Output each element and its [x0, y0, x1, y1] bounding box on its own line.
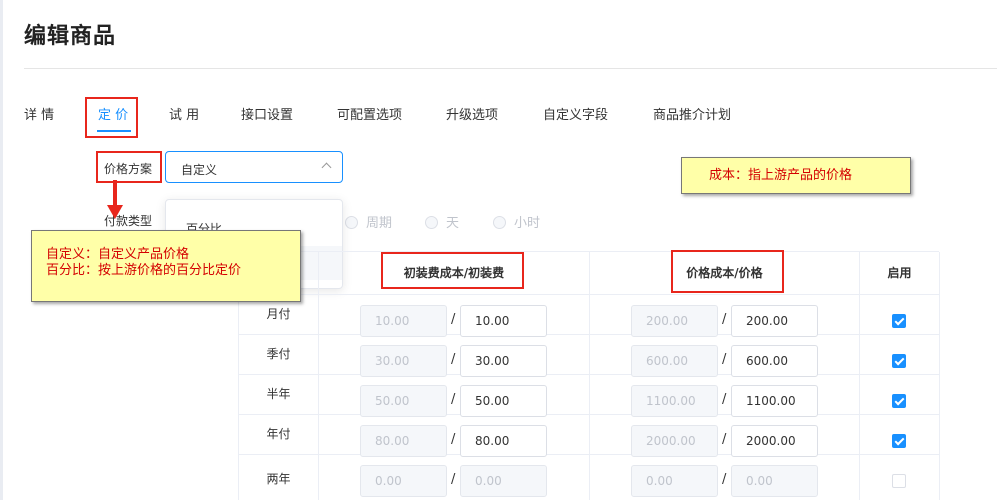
price-input[interactable]: 1100.00	[731, 385, 818, 417]
tab-api-settings[interactable]: 接口设置	[241, 104, 293, 123]
price-cost-input: 0.00	[631, 465, 718, 497]
setup-cost-input: 10.00	[360, 305, 447, 337]
tab-trial[interactable]: 试 用	[169, 104, 199, 123]
setup-fee-input[interactable]: 10.00	[460, 305, 547, 337]
slash-separator: /	[722, 472, 727, 487]
price-scheme-selected-value: 自定义	[181, 163, 218, 177]
tab-configurable-options[interactable]: 可配置选项	[337, 104, 402, 123]
setup-cost-input: 50.00	[360, 385, 447, 417]
arrow-down-icon	[107, 205, 123, 219]
price-table: 初装费成本/初装费 价格成本/价格 启用 月付 季付 半年 年付 两年	[238, 251, 940, 500]
scheme-note-line-2: 百分比：按上游价格的百分比定价	[46, 263, 242, 278]
tab-details[interactable]: 详 情	[24, 104, 54, 123]
price-scheme-select[interactable]: 自定义	[165, 151, 343, 183]
setup-fee-input[interactable]: 80.00	[460, 425, 547, 457]
page-title: 编辑商品	[24, 24, 117, 49]
setup-cost-input: 30.00	[360, 345, 447, 377]
price-cost-input: 200.00	[631, 305, 718, 337]
annotation-box-pricing-tab	[85, 97, 138, 138]
radio-hour: 小时	[493, 212, 540, 231]
enabled-checkbox[interactable]	[892, 314, 906, 328]
radio-dot-icon	[345, 216, 358, 229]
annotation-box-price-header	[671, 250, 784, 293]
price-cost-input: 600.00	[631, 345, 718, 377]
table-row-label: 季付	[239, 335, 319, 375]
slash-separator: /	[451, 312, 456, 327]
chevron-up-icon	[321, 162, 332, 173]
enabled-checkbox[interactable]	[892, 434, 906, 448]
slash-separator: /	[451, 392, 456, 407]
table-row-label: 半年	[239, 375, 319, 415]
setup-fee-input[interactable]: 30.00	[460, 345, 547, 377]
slash-separator: /	[451, 472, 456, 487]
price-input[interactable]: 200.00	[731, 305, 818, 337]
title-divider	[24, 68, 997, 69]
slash-separator: /	[722, 312, 727, 327]
tab-referral-plan[interactable]: 商品推介计划	[653, 104, 731, 123]
tab-upgrade-options[interactable]: 升级选项	[446, 104, 498, 123]
table-header-enabled: 启用	[860, 252, 940, 295]
slash-separator: /	[722, 432, 727, 447]
slash-separator: /	[451, 432, 456, 447]
price-input[interactable]: 2000.00	[731, 425, 818, 457]
slash-separator: /	[451, 352, 456, 367]
annotation-arrow-shaft	[113, 180, 117, 208]
radio-dot-icon	[493, 216, 506, 229]
slash-separator: /	[722, 392, 727, 407]
price-cost-input: 1100.00	[631, 385, 718, 417]
price-input[interactable]: 0.00	[731, 465, 818, 497]
table-row-label: 两年	[239, 455, 319, 500]
enabled-checkbox[interactable]	[892, 354, 906, 368]
setup-fee-input[interactable]: 50.00	[460, 385, 547, 417]
cost-annotation-note: 成本：指上游产品的价格	[681, 157, 911, 194]
table-row-label: 年付	[239, 415, 319, 455]
enabled-checkbox[interactable]	[892, 394, 906, 408]
price-input[interactable]: 600.00	[731, 345, 818, 377]
radio-cycle: 周期	[345, 212, 392, 231]
setup-cost-input: 80.00	[360, 425, 447, 457]
radio-dot-icon	[425, 216, 438, 229]
left-edge-strip	[0, 0, 3, 500]
radio-day: 天	[425, 212, 459, 231]
scheme-note-line-1: 自定义：自定义产品价格	[46, 247, 190, 262]
scheme-annotation-note: 自定义：自定义产品价格 百分比：按上游价格的百分比定价	[31, 230, 301, 302]
annotation-box-setup-header	[381, 252, 524, 289]
slash-separator: /	[722, 352, 727, 367]
tab-custom-fields[interactable]: 自定义字段	[543, 104, 608, 123]
setup-fee-input[interactable]: 0.00	[460, 465, 547, 497]
price-cost-input: 2000.00	[631, 425, 718, 457]
annotation-box-price-scheme	[96, 151, 162, 183]
enabled-checkbox[interactable]	[892, 474, 906, 488]
setup-cost-input: 0.00	[360, 465, 447, 497]
